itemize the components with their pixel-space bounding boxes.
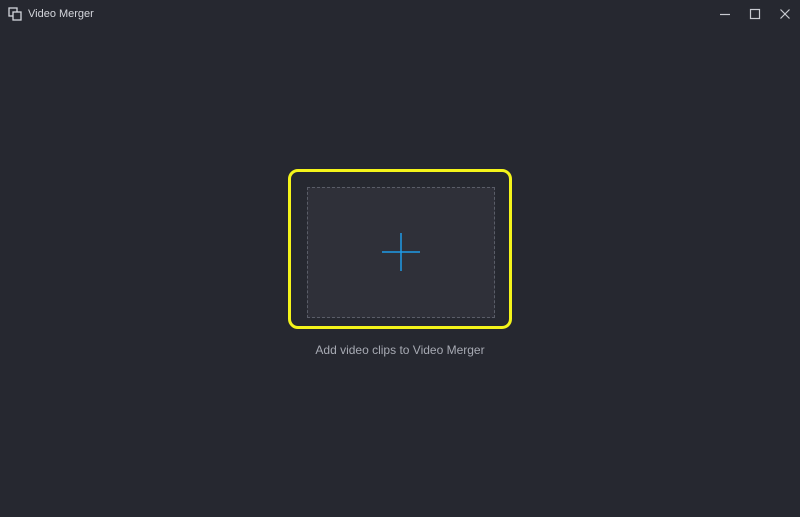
video-merger-app-icon bbox=[8, 7, 22, 21]
add-video-clips-drop-zone[interactable] bbox=[307, 187, 495, 318]
title-bar: Video Merger bbox=[0, 0, 800, 28]
add-clips-caption: Add video clips to Video Merger bbox=[315, 343, 485, 357]
video-merger-window: Video Merger Add video clips to Video Me… bbox=[0, 0, 800, 517]
plus-icon bbox=[382, 233, 420, 271]
close-icon bbox=[779, 8, 791, 20]
minimize-icon bbox=[719, 8, 731, 20]
maximize-button[interactable] bbox=[740, 0, 770, 28]
close-button[interactable] bbox=[770, 0, 800, 28]
window-controls bbox=[710, 0, 800, 28]
window-title: Video Merger bbox=[28, 8, 94, 20]
maximize-icon bbox=[749, 8, 761, 20]
minimize-button[interactable] bbox=[710, 0, 740, 28]
